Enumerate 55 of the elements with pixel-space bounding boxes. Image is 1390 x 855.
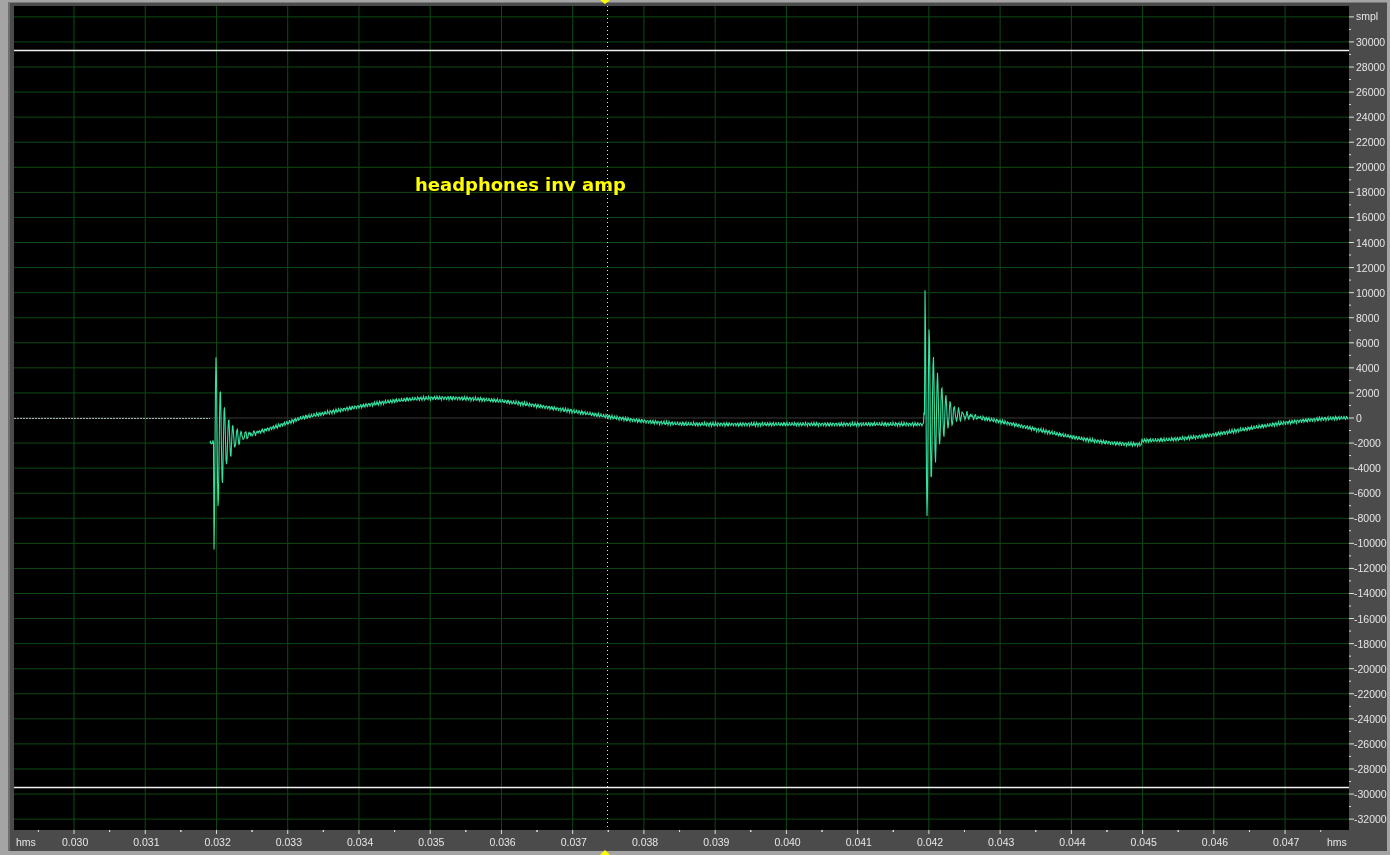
x-axis-label: 0.033 xyxy=(275,836,302,848)
x-axis-label: 0.045 xyxy=(1130,836,1157,848)
x-axis-label: 0.042 xyxy=(916,836,944,848)
y-axis-label: -32000 xyxy=(1354,813,1387,826)
y-axis-label: 10000 xyxy=(1356,286,1386,299)
x-axis-label: 0.032 xyxy=(204,836,231,848)
x-axis-label: 0.034 xyxy=(346,836,374,848)
y-axis-label: 16000 xyxy=(1356,211,1386,224)
axis-unit-label: hms xyxy=(16,836,36,848)
axis-unit-label: smpl xyxy=(1356,10,1379,22)
y-axis-label: 8000 xyxy=(1356,311,1380,324)
x-axis-label: 0.047 xyxy=(1273,836,1300,848)
y-axis-label: -8000 xyxy=(1354,512,1381,525)
playhead-marker-icon[interactable] xyxy=(600,0,610,4)
y-axis-label: 18000 xyxy=(1356,186,1386,199)
y-axis-label: -28000 xyxy=(1354,762,1387,775)
y-axis-label: 30000 xyxy=(1356,35,1386,48)
y-axis-label: 22000 xyxy=(1356,136,1386,149)
y-axis-label: -2000 xyxy=(1354,437,1381,450)
y-axis-label: -22000 xyxy=(1354,687,1387,700)
x-axis-label: 0.040 xyxy=(774,836,801,848)
y-axis-label: 14000 xyxy=(1356,236,1386,249)
x-axis-label: 0.037 xyxy=(560,836,587,848)
y-axis-label: -30000 xyxy=(1354,788,1387,801)
y-axis-label: -6000 xyxy=(1354,487,1381,500)
y-axis-label: 0 xyxy=(1356,412,1362,424)
x-axis-label: 0.030 xyxy=(62,836,89,848)
y-axis-label: 26000 xyxy=(1356,86,1386,99)
x-axis-label: 0.031 xyxy=(133,836,160,848)
y-axis-label: -4000 xyxy=(1354,462,1381,475)
y-axis-label: -26000 xyxy=(1354,737,1387,750)
y-axis-label: -10000 xyxy=(1354,537,1387,550)
y-axis-label: 24000 xyxy=(1356,111,1386,124)
waveform-title: headphones inv amp xyxy=(415,173,626,197)
y-axis-label: -12000 xyxy=(1354,562,1387,575)
y-axis-label: -14000 xyxy=(1354,587,1387,600)
y-axis-label: 12000 xyxy=(1356,261,1386,274)
x-axis-label: 0.046 xyxy=(1201,836,1229,848)
x-axis-label: 0.039 xyxy=(703,836,730,848)
y-axis-label: 6000 xyxy=(1356,336,1380,349)
x-axis-label: 0.038 xyxy=(631,836,659,848)
y-axis-label: -16000 xyxy=(1354,612,1387,625)
x-axis-label: 0.043 xyxy=(988,836,1015,848)
y-axis-label: -24000 xyxy=(1354,712,1387,725)
axis-unit-label: hms xyxy=(1327,836,1347,848)
y-axis-label: 20000 xyxy=(1356,161,1386,174)
y-axis-label: 4000 xyxy=(1356,361,1380,374)
x-axis-label: 0.044 xyxy=(1059,836,1086,848)
y-axis-label: 28000 xyxy=(1356,61,1386,73)
y-axis-label: -20000 xyxy=(1354,662,1387,675)
x-axis-label: 0.041 xyxy=(845,836,872,848)
x-axis-label: 0.035 xyxy=(418,836,445,848)
y-axis-label: -18000 xyxy=(1354,637,1387,650)
x-axis-label: 0.036 xyxy=(489,836,516,848)
y-axis-label: 2000 xyxy=(1356,386,1380,399)
